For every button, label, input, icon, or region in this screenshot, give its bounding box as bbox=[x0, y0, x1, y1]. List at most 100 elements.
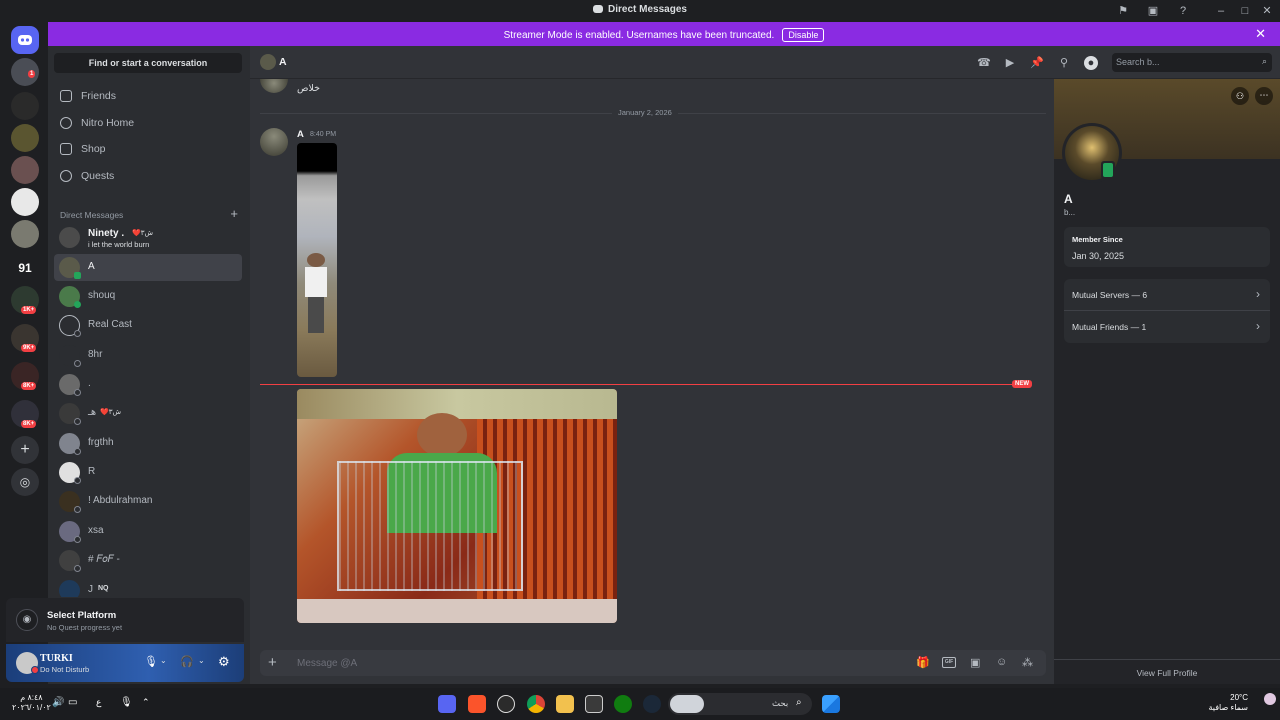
close-window-button[interactable]: ✕ bbox=[1260, 4, 1274, 18]
server-icon-1[interactable]: 1 bbox=[11, 58, 39, 86]
mutual-friends-row[interactable]: Mutual Friends — 1 › bbox=[1064, 311, 1270, 343]
file-explorer-taskbar-icon[interactable] bbox=[556, 695, 574, 713]
recipient-avatar bbox=[260, 54, 276, 70]
member-since-label: Member Since bbox=[1072, 235, 1123, 244]
message-input[interactable]: Message @A bbox=[297, 658, 357, 669]
dm-item-8hr[interactable]: 8hr bbox=[54, 342, 242, 369]
dm-item-dot[interactable]: . bbox=[54, 371, 242, 398]
window-title: Direct Messages bbox=[0, 4, 1280, 15]
weather-widget[interactable]: 20°C سماء صافية bbox=[1200, 693, 1248, 713]
microphone-icon[interactable]: 🎙 bbox=[144, 655, 158, 668]
dm-item-abdulrahman[interactable]: ! Abdulrahman bbox=[54, 488, 242, 515]
create-dm-icon[interactable]: + bbox=[230, 206, 238, 221]
disable-button[interactable]: Disable bbox=[782, 28, 825, 42]
server-folder-3[interactable]: 8K+ bbox=[11, 362, 39, 390]
minimize-button[interactable]: – bbox=[1214, 4, 1228, 18]
brave-taskbar-icon[interactable] bbox=[468, 695, 486, 713]
chrome-taskbar-icon[interactable] bbox=[527, 695, 545, 713]
user-profile-icon[interactable]: ● bbox=[1084, 56, 1098, 70]
profile-username: b... bbox=[1064, 208, 1076, 217]
view-full-profile-link[interactable]: View Full Profile bbox=[1054, 668, 1280, 678]
dm-item-h[interactable]: هـ ❤️ش٣ bbox=[54, 400, 242, 427]
steam-taskbar-icon[interactable] bbox=[643, 695, 661, 713]
app-taskbar-icon[interactable] bbox=[497, 695, 515, 713]
clan-tag: NQ bbox=[98, 585, 109, 592]
maximize-button[interactable]: □ bbox=[1238, 4, 1252, 18]
dm-item-shouq[interactable]: shouq bbox=[54, 283, 242, 310]
settings-gear-icon[interactable]: ⚙ bbox=[218, 654, 230, 670]
offline-status-icon bbox=[74, 506, 81, 513]
pin-icon[interactable]: 📌 bbox=[1030, 56, 1044, 70]
message-avatar[interactable] bbox=[260, 128, 288, 156]
server-folder-1[interactable]: 1K+ bbox=[11, 286, 39, 314]
chevron-down-icon[interactable]: ⌄ bbox=[160, 656, 167, 665]
sticker-icon[interactable]: ▣ bbox=[970, 656, 980, 669]
dm-item-xsa[interactable]: xsa bbox=[54, 518, 242, 545]
clock[interactable]: ٨:٤٨ م ٢٠٢٦/٠١/٠٢ bbox=[12, 693, 51, 713]
store-taskbar-icon[interactable] bbox=[585, 695, 603, 713]
volume-icon[interactable]: 🔊 bbox=[52, 697, 64, 708]
chevron-up-icon[interactable]: ⌃ bbox=[142, 697, 150, 708]
message-author[interactable]: A bbox=[297, 129, 304, 140]
add-friend-icon[interactable]: ⚇ bbox=[1231, 87, 1249, 105]
server-icon-3[interactable] bbox=[11, 124, 39, 152]
chevron-down-icon[interactable]: ⌄ bbox=[198, 656, 205, 665]
member-since-date: Jan 30, 2025 bbox=[1072, 251, 1125, 261]
user-panel: TURKI Do Not Disturb 🎙 ⌄ 🎧 ⌄ ⚙ bbox=[6, 644, 244, 682]
dm-item-ninety[interactable]: Ninety . ❤️ش٣ i let the world burn bbox=[54, 224, 242, 251]
server-icon-7[interactable]: 91 bbox=[11, 254, 39, 282]
server-icon-5[interactable] bbox=[11, 188, 39, 216]
add-friends-icon[interactable]: ⚲ bbox=[1057, 56, 1071, 70]
search-input[interactable]: Search b... ⌕ bbox=[1112, 53, 1272, 72]
nav-quests[interactable]: Quests bbox=[54, 164, 242, 188]
dm-item-fof[interactable]: # 𝐹𝑜𝐹 - bbox=[54, 547, 242, 574]
image-attachment[interactable] bbox=[297, 389, 617, 623]
network-icon[interactable]: ▭ bbox=[68, 697, 77, 708]
gif-icon[interactable]: GIF bbox=[942, 657, 956, 668]
dm-item-real-cast[interactable]: Real Cast bbox=[54, 312, 242, 339]
add-server-icon[interactable]: + bbox=[11, 436, 39, 464]
nav-nitro-home[interactable]: Nitro Home bbox=[54, 111, 242, 135]
taskbar-search[interactable]: بحث ⌕ bbox=[668, 693, 812, 715]
video-call-icon[interactable]: ▶ bbox=[1003, 56, 1017, 70]
server-folder-2[interactable]: 9K+ bbox=[11, 324, 39, 352]
gift-icon[interactable]: 🎁 bbox=[916, 656, 930, 669]
search-icon: ⌕ bbox=[796, 697, 802, 708]
dm-item-j[interactable]: J NQ bbox=[54, 577, 242, 597]
close-icon[interactable]: ✕ bbox=[1255, 26, 1266, 42]
server-icon-4[interactable] bbox=[11, 156, 39, 184]
quest-panel[interactable]: ◉ Select Platform No Quest progress yet bbox=[6, 598, 244, 642]
recipient-name[interactable]: A bbox=[279, 56, 287, 68]
mic-tray-icon[interactable]: 🎙 bbox=[120, 697, 133, 708]
dm-home-button[interactable] bbox=[11, 26, 39, 54]
start-button[interactable] bbox=[822, 695, 840, 713]
mutual-servers-row[interactable]: Mutual Servers — 6 › bbox=[1064, 279, 1270, 311]
server-icon-6[interactable] bbox=[11, 220, 39, 248]
inbox-icon[interactable]: ▣ bbox=[1146, 4, 1160, 18]
server-icon-2[interactable] bbox=[11, 92, 39, 120]
nav-friends[interactable]: Friends bbox=[54, 84, 242, 108]
apps-icon[interactable]: ⁂ bbox=[1022, 656, 1033, 669]
image-attachment[interactable] bbox=[297, 143, 337, 377]
nav-shop[interactable]: Shop bbox=[54, 137, 242, 161]
headphones-icon[interactable]: 🎧 bbox=[180, 655, 194, 668]
language-indicator[interactable]: ع bbox=[96, 697, 101, 708]
dm-item-frgthh[interactable]: frgthh bbox=[54, 430, 242, 457]
attach-plus-icon[interactable]: + bbox=[268, 654, 277, 671]
help-icon[interactable]: ? bbox=[1176, 4, 1190, 18]
server-folder-4[interactable]: 8K+ bbox=[11, 400, 39, 428]
date-divider-label: January 2, 2026 bbox=[612, 108, 678, 117]
find-conversation-button[interactable]: Find or start a conversation bbox=[54, 53, 242, 73]
xbox-taskbar-icon[interactable] bbox=[614, 695, 632, 713]
dm-item-r[interactable]: R bbox=[54, 459, 242, 486]
discord-taskbar-icon[interactable] bbox=[438, 695, 456, 713]
discover-icon[interactable]: ◎ bbox=[11, 468, 39, 496]
dm-item-a[interactable]: A bbox=[54, 254, 242, 281]
emoji-icon[interactable]: ☺ bbox=[996, 656, 1007, 668]
message-composer[interactable]: + Message @A 🎁 GIF ▣ ☺ ⁂ bbox=[260, 650, 1046, 676]
mutuals-card: Mutual Servers — 6 › Mutual Friends — 1 … bbox=[1064, 279, 1270, 343]
voice-call-icon[interactable]: ☎ bbox=[977, 56, 991, 70]
flag-icon[interactable]: ⚑ bbox=[1116, 4, 1130, 18]
more-options-icon[interactable]: ⋯ bbox=[1255, 87, 1273, 105]
search-highlight-icon bbox=[670, 695, 704, 713]
